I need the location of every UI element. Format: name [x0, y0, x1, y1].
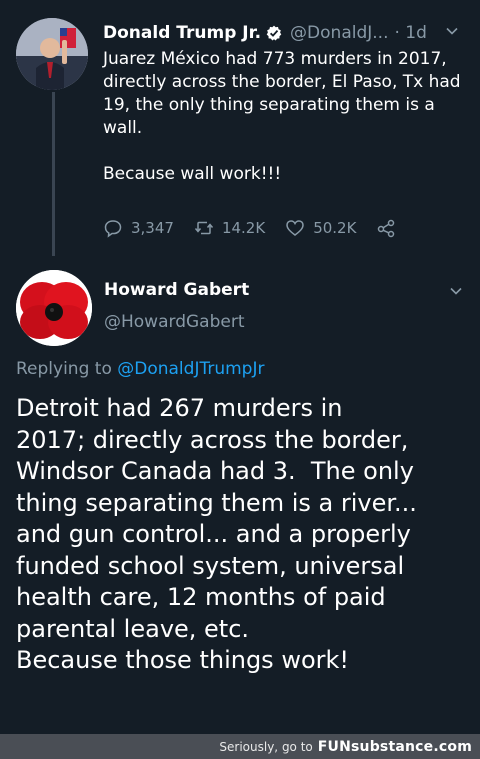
reply-icon — [104, 220, 122, 238]
tweet-text-line: Windsor Canada had 3. The only — [16, 457, 414, 485]
tweet-text-main: Juarez México had 773 murders in 2017, d… — [103, 49, 461, 138]
tweet-text: Juarez México had 773 murders in 2017, d… — [103, 48, 475, 186]
reply-tweet[interactable]: Howard Gabert @HowardGabert Replying to … — [0, 256, 480, 734]
like-button[interactable]: 50.2K — [285, 218, 356, 238]
watermark-footer: Seriously, go to FUNsubstance.com — [0, 734, 480, 759]
author-handle[interactable]: @HowardGabert — [104, 312, 244, 332]
chevron-down-icon[interactable] — [449, 284, 463, 298]
tweet-text-line: parental leave, etc. — [16, 614, 250, 643]
share-button[interactable] — [376, 218, 404, 238]
avatar[interactable] — [16, 270, 92, 346]
replying-prefix: Replying to — [16, 359, 118, 379]
retweet-count: 14.2K — [221, 219, 266, 237]
watermark-text: Seriously, go to — [219, 739, 313, 754]
tweet-text-second: Because wall work!!! — [103, 164, 282, 184]
watermark-brand: FUNsubstance.com — [317, 738, 472, 755]
tweet-text-line: thing separating them is a river... — [16, 488, 417, 517]
tweet-text-line: health care, 12 months of paid — [16, 583, 386, 611]
author-name[interactable]: Howard Gabert — [104, 280, 249, 300]
replying-to: Replying to @DonaldJTrumpJr — [16, 359, 264, 379]
replying-to-mention[interactable]: @DonaldJTrumpJr — [117, 359, 264, 379]
original-tweet[interactable]: Donald Trump Jr. @DonaldJ... · 1d Juarez… — [0, 0, 480, 256]
author-handle[interactable]: @DonaldJ... — [290, 23, 388, 43]
thread-line — [52, 92, 55, 256]
chevron-down-icon[interactable] — [445, 24, 459, 38]
avatar[interactable] — [16, 18, 88, 90]
share-icon — [378, 219, 395, 238]
author-name[interactable]: Donald Trump Jr. — [103, 23, 261, 43]
tweet-text-line: 2017; directly across the border, — [16, 425, 409, 454]
like-count: 50.2K — [313, 219, 357, 237]
reply-button[interactable]: 3,347 — [103, 218, 174, 238]
reply-count: 3,347 — [131, 219, 174, 237]
retweet-icon — [194, 221, 214, 235]
tweet-text-line: funded school system, universal — [16, 551, 405, 580]
tweet-text-line: Because those things work! — [16, 646, 350, 674]
heart-icon — [286, 220, 304, 236]
retweet-button[interactable]: 14.2K — [194, 218, 265, 238]
verified-badge-icon — [266, 25, 282, 41]
author-row: Donald Trump Jr. @DonaldJ... · 1d — [103, 20, 427, 46]
tweet-actions: 3,347 14.2K 50.2K — [103, 216, 404, 240]
tweet-text-line: Detroit had 267 murders in — [16, 394, 343, 422]
tweet-text: Detroit had 267 murders in 2017; directl… — [16, 393, 476, 677]
tweet-text-line: and gun control... and a properly — [16, 520, 411, 548]
tweet-time[interactable]: · 1d — [394, 23, 426, 43]
